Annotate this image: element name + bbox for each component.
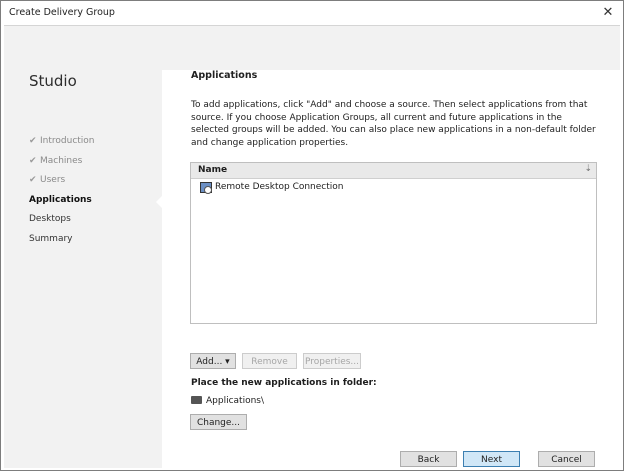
page-title: Applications (191, 70, 258, 81)
check-icon: ✔ (29, 155, 37, 166)
step-label: Summary (29, 233, 73, 244)
remove-button[interactable]: Remove (242, 353, 297, 369)
table-header[interactable]: Name ⇣ (191, 163, 596, 179)
folder-path: Applications\ (191, 396, 264, 406)
properties-button[interactable]: Properties... (303, 353, 361, 369)
sort-icon[interactable]: ⇣ (584, 164, 592, 174)
step-introduction[interactable]: ✔ Introduction (29, 132, 95, 152)
folder-value: Applications\ (206, 396, 265, 406)
next-button[interactable]: Next (463, 451, 520, 467)
check-icon: ✔ (29, 175, 37, 185)
applications-panel: Applications To add applications, click … (162, 70, 620, 468)
folder-label: Place the new applications in folder: (191, 378, 377, 388)
application-name: Remote Desktop Connection (215, 182, 344, 192)
back-button[interactable]: Back (400, 451, 457, 467)
step-applications[interactable]: Applications (29, 191, 95, 211)
create-delivery-group-window: Create Delivery Group ✕ Studio ✔ Introduc… (0, 0, 624, 471)
applications-table: Name ⇣ Remote Desktop Connection (190, 162, 597, 324)
wizard-steps: ✔ Introduction ✔ Machines ✔ Users Applicati… (29, 132, 95, 249)
close-icon[interactable]: ✕ (599, 5, 617, 21)
window-title: Create Delivery Group (9, 7, 115, 18)
change-folder-button[interactable]: Change... (190, 414, 247, 430)
cancel-button[interactable]: Cancel (538, 451, 595, 467)
add-button[interactable]: Add... ▾ (190, 353, 236, 369)
step-label: Users (40, 175, 66, 185)
step-summary[interactable]: Summary (29, 230, 95, 250)
step-label: Machines (40, 155, 83, 166)
column-header-name[interactable]: Name (198, 165, 227, 175)
step-users[interactable]: ✔ Users (29, 171, 95, 191)
step-desktops[interactable]: Desktops (29, 210, 95, 230)
wizard-sidebar: Studio ✔ Introduction ✔ Machines ✔ Users Ap… (4, 26, 161, 468)
remote-desktop-icon-overlay (204, 186, 212, 194)
wizard-content: Studio ✔ Introduction ✔ Machines ✔ Users Ap… (4, 25, 620, 468)
page-description: To add applications, click "Add" and cho… (191, 100, 596, 148)
step-label: Desktops (29, 214, 71, 224)
step-machines[interactable]: ✔ Machines (29, 152, 95, 172)
title-bar: Create Delivery Group ✕ (1, 1, 623, 25)
step-label: Applications (29, 194, 92, 205)
check-icon: ✔ (29, 136, 37, 146)
folder-icon (191, 396, 202, 404)
step-label: Introduction (40, 136, 95, 146)
sidebar-title: Studio (29, 72, 77, 90)
table-row[interactable]: Remote Desktop Connection (191, 179, 596, 195)
